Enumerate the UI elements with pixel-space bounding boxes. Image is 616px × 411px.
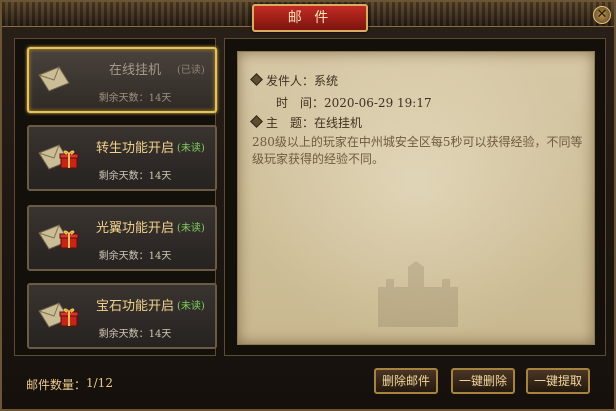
- mail-count-label: 邮件数量：: [26, 378, 87, 392]
- mail-item-days: 剩余天数：14天: [98, 329, 172, 340]
- sender-value: 系统: [314, 74, 339, 88]
- gift-icon: [59, 150, 79, 169]
- castle-watermark-icon: [378, 261, 458, 327]
- mail-item-wings[interactable]: 光翼功能开启 (未读) 剩余天数：14天: [27, 205, 217, 271]
- mail-item-status: (未读): [177, 301, 205, 312]
- close-button[interactable]: ✕: [593, 6, 611, 24]
- time-label: 时 间：: [276, 96, 325, 110]
- mail-item-days: 剩余天数：14天: [98, 171, 172, 182]
- diamond-bullet-icon: [250, 73, 263, 86]
- subject-label: 主 题：: [266, 116, 315, 130]
- mail-body-text: 280级以上的玩家在中州城安全区每5秒可以获得经验，不同等级玩家获得的经验不同。: [252, 135, 583, 166]
- delete-all-button[interactable]: 一键删除: [451, 368, 515, 394]
- mail-item-online-idle[interactable]: 在线挂机 (已读) 剩余天数：14天: [27, 47, 217, 113]
- diamond-bullet-icon: [250, 115, 263, 128]
- mail-item-rebirth[interactable]: 转生功能开启 (未读) 剩余天数：14天: [27, 125, 217, 191]
- collect-all-button[interactable]: 一键提取: [526, 368, 590, 394]
- mail-count-value: 1/12: [86, 376, 113, 390]
- mail-item-days: 剩余天数：14天: [98, 93, 172, 104]
- window-title: 邮 件: [252, 4, 368, 32]
- mail-list-panel: 在线挂机 (已读) 剩余天数：14天 转生功能开启 (未读) 剩余天数：14天: [14, 38, 217, 356]
- time-row: 时 间：2020-06-29 19:17: [276, 94, 432, 111]
- mail-item-title: 转生功能开启: [95, 141, 174, 156]
- mail-item-title: 光翼功能开启: [95, 221, 174, 236]
- mail-window: 邮 件 ✕ 在线挂机 (已读) 剩余天数：14天 转生功能开启 (未读) 剩余天…: [0, 0, 616, 411]
- subject-value: 在线挂机: [314, 116, 363, 130]
- delete-mail-button[interactable]: 删除邮件: [374, 368, 438, 394]
- gift-icon: [59, 308, 79, 327]
- envelope-icon: [38, 66, 70, 92]
- mail-item-title: 宝石功能开启: [95, 299, 174, 314]
- mail-item-status: (未读): [177, 143, 205, 154]
- sender-row: 发件人：系统: [250, 72, 339, 89]
- subject-row: 主 题：在线挂机: [250, 114, 363, 131]
- mail-item-status: (未读): [177, 223, 205, 234]
- sender-label: 发件人：: [266, 74, 315, 88]
- mail-item-title: 在线挂机: [108, 63, 161, 78]
- gift-icon: [59, 230, 79, 249]
- mail-item-status: (已读): [177, 65, 205, 76]
- time-value: 2020-06-29 19:17: [324, 96, 432, 110]
- mail-content-panel: 发件人：系统 时 间：2020-06-29 19:17 主 题：在线挂机 280…: [224, 38, 606, 356]
- mail-item-days: 剩余天数：14天: [98, 251, 172, 262]
- mail-paper: 发件人：系统 时 间：2020-06-29 19:17 主 题：在线挂机 280…: [237, 51, 595, 345]
- mail-item-gems[interactable]: 宝石功能开启 (未读) 剩余天数：14天: [27, 283, 217, 349]
